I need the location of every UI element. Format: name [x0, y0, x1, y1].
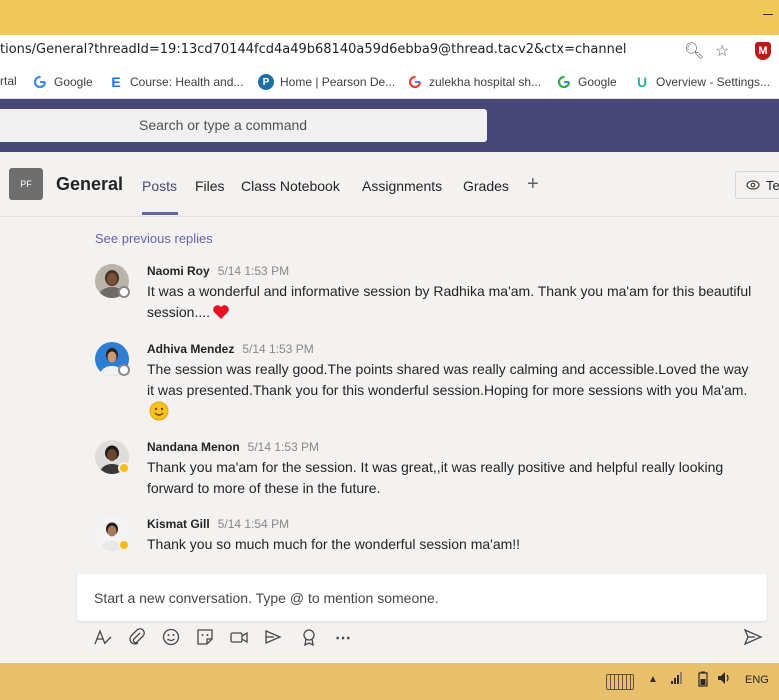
network-icon[interactable] — [670, 671, 684, 688]
message-body: Thank you ma'am for the session. It was … — [147, 459, 724, 496]
emoji-icon[interactable] — [160, 628, 182, 648]
message-time: 5/14 1:53 PM — [217, 264, 290, 278]
stream-icon[interactable] — [262, 628, 284, 648]
message-author[interactable]: Adhiva Mendez 5/14 1:53 PM — [147, 342, 314, 356]
message-item: Nandana Menon 5/14 1:53 PM Thank you ma'a… — [95, 440, 745, 502]
bookmark-item[interactable]: Google — [556, 74, 617, 90]
message-author[interactable]: Nandana Menon 5/14 1:53 PM — [147, 440, 319, 454]
away-status-icon — [118, 462, 130, 474]
bookmark-label: Home | Pearson De... — [280, 75, 396, 89]
offline-status-icon — [118, 286, 130, 298]
message-item: Kismat Gill 5/14 1:54 PM Thank you so muc… — [95, 517, 745, 554]
compose-input[interactable]: Start a new conversation. Type @ to ment… — [77, 574, 767, 621]
message-author[interactable]: Kismat Gill 5/14 1:54 PM — [147, 517, 289, 531]
smile-emoji-icon — [149, 401, 169, 427]
active-tab-indicator — [142, 212, 178, 215]
bookmark-item[interactable]: U Overview - Settings... — [634, 74, 770, 90]
tab-class-notebook[interactable]: Class Notebook — [241, 178, 340, 194]
team-avatar[interactable]: PF — [9, 168, 43, 200]
google-icon — [32, 74, 48, 90]
tab-assignments[interactable]: Assignments — [362, 178, 442, 194]
mcafee-icon[interactable]: M — [755, 42, 771, 60]
team-button[interactable]: Tea — [735, 171, 779, 199]
away-status-icon — [118, 539, 130, 551]
offline-status-icon — [118, 364, 130, 376]
scrollbar[interactable] — [767, 217, 779, 554]
bookmark-item[interactable]: E Course: Health and... — [108, 74, 243, 90]
message-time: 5/14 1:54 PM — [217, 517, 290, 531]
message-time: 5/14 1:53 PM — [247, 440, 320, 454]
url-text[interactable]: tions/General?threadId=19:13cd70144fcd4a… — [0, 42, 626, 57]
message-body: The session was really good.The points s… — [147, 359, 757, 427]
bookmark-item[interactable]: rtal — [0, 74, 17, 88]
format-icon[interactable] — [92, 628, 114, 648]
eye-icon — [746, 178, 760, 193]
bookmark-label: rtal — [0, 74, 17, 88]
u-icon: U — [636, 74, 648, 90]
more-options-icon[interactable]: ⋯ — [332, 628, 354, 648]
message-body: Thank you so much much for the wonderful… — [147, 536, 521, 552]
chevron-up-icon[interactable]: ▲ — [648, 674, 658, 685]
teams-header: Search or type a command — [0, 99, 779, 152]
bookmark-label: zulekha hospital sh... — [429, 75, 542, 89]
google-icon — [556, 74, 572, 90]
team-button-label: Tea — [766, 177, 779, 193]
volume-icon[interactable] — [717, 671, 733, 688]
taskbar: ▲ ENG — [0, 663, 779, 700]
google-icon — [407, 74, 423, 90]
browser-titlebar — [0, 0, 779, 35]
e-icon: E — [111, 74, 121, 90]
message-time: 5/14 1:53 PM — [242, 342, 314, 356]
sticker-icon[interactable] — [194, 628, 216, 648]
pearson-icon: P — [258, 74, 274, 90]
bookmark-item[interactable]: zulekha hospital sh... — [407, 74, 541, 90]
bookmark-label: Google — [578, 75, 617, 89]
message-author[interactable]: Naomi Roy 5/14 1:53 PM — [147, 264, 289, 278]
battery-icon[interactable] — [697, 671, 709, 690]
bookmark-item[interactable]: P Home | Pearson De... — [258, 74, 395, 90]
language-indicator[interactable]: ENG — [745, 674, 769, 686]
see-previous-replies-link[interactable]: See previous replies — [95, 231, 213, 246]
keyboard-icon[interactable] — [606, 674, 634, 690]
compose-placeholder: Start a new conversation. Type @ to ment… — [94, 590, 439, 606]
meet-now-icon[interactable] — [228, 628, 250, 648]
address-bar[interactable]: tions/General?threadId=19:13cd70144fcd4a… — [0, 35, 779, 66]
attach-icon[interactable] — [126, 628, 148, 648]
heart-emoji-icon — [212, 304, 230, 326]
add-tab-icon[interactable]: + — [527, 173, 539, 196]
star-icon[interactable]: ☆ — [715, 41, 729, 61]
bookmark-label: Course: Health and... — [130, 75, 244, 89]
tab-grades[interactable]: Grades — [463, 178, 509, 194]
bookmark-item[interactable]: Google — [32, 74, 93, 90]
tab-posts[interactable]: Posts — [142, 178, 177, 194]
bookmark-label: Overview - Settings... — [656, 75, 771, 89]
bookmarks-bar: rtal Google E Course: Health and... P Ho… — [0, 66, 779, 99]
search-input[interactable]: Search or type a command — [0, 109, 487, 142]
message-body: It was a wonderful and informative sessi… — [147, 281, 757, 326]
search-placeholder: Search or type a command — [139, 117, 308, 133]
zoom-icon[interactable]: 🔍︎ — [684, 41, 704, 61]
bookmark-label: Google — [54, 75, 93, 89]
minimize-icon[interactable] — [763, 14, 773, 15]
message-item: Adhiva Mendez 5/14 1:53 PM The session wa… — [95, 342, 749, 426]
praise-icon[interactable] — [298, 628, 320, 648]
send-icon[interactable] — [742, 628, 764, 648]
channel-name: General — [56, 174, 124, 194]
tab-files[interactable]: Files — [195, 178, 225, 194]
message-item: Naomi Roy 5/14 1:53 PM It was a wonderful… — [95, 264, 751, 326]
